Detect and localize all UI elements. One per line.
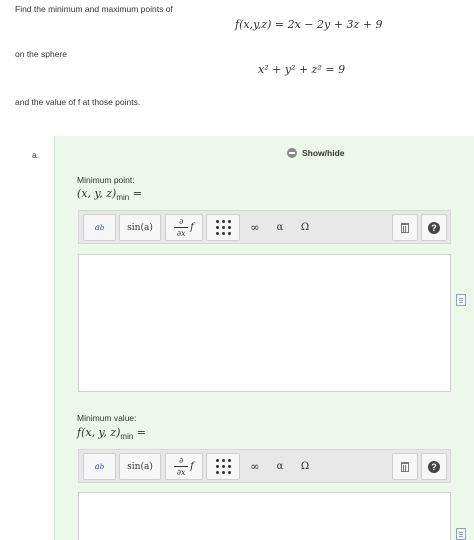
matrix-icon (215, 459, 231, 474)
min-value-eq-base: f(x, y, z) (77, 426, 121, 439)
min-value-equation: f(x, y, z)min = (77, 426, 146, 441)
alpha-button[interactable]: α (269, 453, 291, 480)
help-button[interactable]: ? (421, 453, 447, 480)
question-intro: Find the minimum and maximum points of (15, 4, 173, 14)
infinity-button[interactable]: ∞ (243, 453, 267, 480)
min-point-eq-sub: min (116, 193, 130, 203)
derivative-button[interactable]: ∂ ∂x f (165, 214, 203, 241)
min-value-eq-sub: min (120, 432, 134, 442)
part-label: a. (32, 150, 40, 160)
clear-button[interactable] (392, 453, 418, 480)
deriv-denominator: ∂x (176, 468, 186, 477)
deriv-numerator: ∂ (179, 217, 184, 226)
sphere-equation: x² + y² + z² = 9 (258, 63, 346, 76)
matrix-button[interactable] (206, 214, 240, 241)
superscript-button[interactable]: ab (83, 214, 116, 241)
min-point-answer-box[interactable] (78, 254, 451, 392)
sphere-label: on the sphere (15, 49, 67, 59)
math-toolbar-2: ab sin(a) ∂ ∂x f ∞ α Ω ? (78, 449, 451, 483)
show-hide-label: Show/hide (302, 148, 345, 158)
min-point-equation: (x, y, z)min = (77, 187, 142, 202)
help-icon: ? (428, 460, 440, 473)
superscript-exp: b (99, 462, 105, 471)
document-icon[interactable] (456, 528, 466, 540)
omega-button[interactable]: Ω (293, 214, 317, 241)
deriv-denominator: ∂x (176, 229, 186, 238)
infinity-button[interactable]: ∞ (243, 214, 267, 241)
deriv-function: f (190, 461, 194, 472)
help-icon: ? (428, 221, 440, 234)
question-tail: and the value of f at those points. (15, 97, 141, 107)
trash-icon (401, 461, 409, 472)
trash-icon (401, 222, 409, 233)
trig-button[interactable]: sin(a) (119, 453, 161, 480)
clear-button[interactable] (392, 214, 418, 241)
matrix-icon (215, 220, 231, 235)
minus-circle-icon (287, 148, 297, 158)
alpha-button[interactable]: α (269, 214, 291, 241)
help-button[interactable]: ? (421, 214, 447, 241)
min-value-answer-box[interactable] (78, 492, 451, 540)
superscript-button[interactable]: ab (83, 453, 116, 480)
deriv-numerator: ∂ (179, 456, 184, 465)
matrix-button[interactable] (206, 453, 240, 480)
min-point-eq-base: (x, y, z) (77, 187, 117, 200)
trig-button[interactable]: sin(a) (119, 214, 161, 241)
derivative-fraction: ∂ ∂x (174, 217, 189, 238)
show-hide-toggle[interactable]: Show/hide (287, 148, 345, 158)
min-value-label: Minimum value: (77, 413, 137, 423)
document-icon[interactable] (456, 294, 466, 306)
fraction-bar (174, 466, 189, 467)
deriv-function: f (190, 222, 194, 233)
eq-sign: = (132, 187, 142, 200)
math-toolbar-1: ab sin(a) ∂ ∂x f ∞ α Ω ? (78, 210, 451, 244)
min-point-label: Minimum point: (77, 175, 135, 185)
eq-sign: = (136, 426, 147, 439)
derivative-fraction: ∂ ∂x (174, 456, 189, 477)
fraction-bar (174, 227, 189, 228)
function-expression: f(x,y,z) = 2x − 2y + 3z + 9 (235, 18, 383, 31)
omega-button[interactable]: Ω (293, 453, 317, 480)
derivative-button[interactable]: ∂ ∂x f (165, 453, 203, 480)
superscript-exp: b (99, 223, 105, 232)
